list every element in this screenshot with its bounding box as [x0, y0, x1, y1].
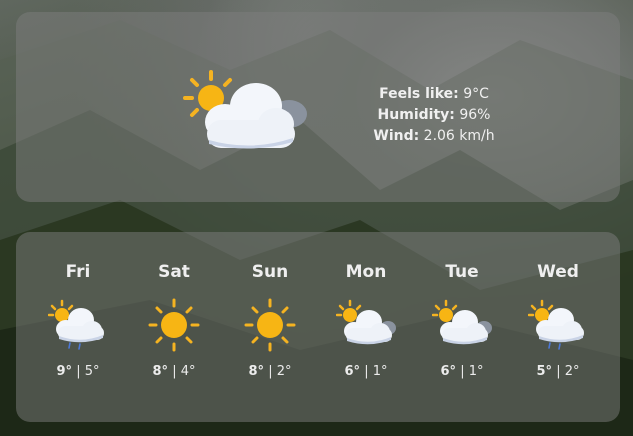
sun-cloud-icon	[432, 299, 492, 345]
temperature-range: 6° | 1°	[414, 364, 510, 379]
temperature-range: 8° | 4°	[126, 364, 222, 379]
temp-separator: |	[460, 364, 465, 379]
temp-separator: |	[268, 364, 273, 379]
forecast-day: Fri 9° | 5°	[30, 260, 126, 379]
sun-cloud-rain-icon	[48, 299, 104, 350]
wind-label: Wind:	[373, 128, 420, 144]
sun-icon	[148, 298, 200, 352]
sun-cloud-icon	[336, 299, 396, 345]
temperature-range: 6° | 1°	[318, 364, 414, 379]
low-temp: 2°	[276, 364, 292, 379]
low-temp: 4°	[180, 364, 196, 379]
low-temp: 1°	[372, 364, 388, 379]
low-temp: 5°	[84, 364, 100, 379]
day-name: Wed	[537, 262, 579, 282]
partly-cloudy-rain-icon	[183, 70, 307, 149]
day-name: Sat	[158, 262, 190, 282]
current-details: Feels like: 9°C Humidity: 96% Wind: 2.06…	[344, 84, 524, 147]
temperature-range: 9° | 5°	[30, 364, 126, 379]
high-temp: 8°	[248, 364, 265, 379]
sun-icon	[244, 298, 296, 352]
temperature-range: 8° | 2°	[222, 364, 318, 379]
humidity-row: Humidity: 96%	[344, 105, 524, 126]
high-temp: 5°	[536, 364, 553, 379]
wind-value: 2.06 km/h	[423, 128, 495, 144]
high-temp: 6°	[344, 364, 361, 379]
day-name: Tue	[445, 262, 479, 282]
feels-like-value: 9°C	[463, 86, 489, 102]
day-name: Fri	[65, 262, 91, 282]
forecast-day: Wed 5° | 2°	[510, 260, 606, 379]
temp-separator: |	[76, 364, 81, 379]
high-temp: 8°	[152, 364, 169, 379]
day-name: Mon	[345, 262, 387, 282]
low-temp: 2°	[564, 364, 580, 379]
high-temp: 6°	[440, 364, 457, 379]
day-name: Sun	[251, 262, 289, 282]
forecast-day: Sat 8° | 4°	[126, 260, 222, 379]
wind-row: Wind: 2.06 km/h	[344, 126, 524, 147]
humidity-value: 96%	[459, 107, 491, 123]
feels-like-label: Feels like:	[379, 86, 459, 102]
current-weather-panel: Feels like: 9°C Humidity: 96% Wind: 2.06…	[16, 12, 620, 202]
forecast-panel: Fri 9° | 5° Sat 8° | 4° Sun 8° | 2° Mon …	[16, 232, 620, 422]
temp-separator: |	[172, 364, 177, 379]
forecast-day: Sun 8° | 2°	[222, 260, 318, 379]
forecast-days: Fri 9° | 5° Sat 8° | 4° Sun 8° | 2° Mon …	[16, 232, 620, 422]
low-temp: 1°	[468, 364, 484, 379]
feels-like-row: Feels like: 9°C	[344, 84, 524, 105]
high-temp: 9°	[56, 364, 73, 379]
sun-cloud-rain-icon	[528, 299, 584, 350]
forecast-day: Mon 6° | 1°	[318, 260, 414, 379]
humidity-label: Humidity:	[377, 107, 455, 123]
temp-separator: |	[364, 364, 369, 379]
temp-separator: |	[556, 364, 561, 379]
forecast-day: Tue 6° | 1°	[414, 260, 510, 379]
temperature-range: 5° | 2°	[510, 364, 606, 379]
